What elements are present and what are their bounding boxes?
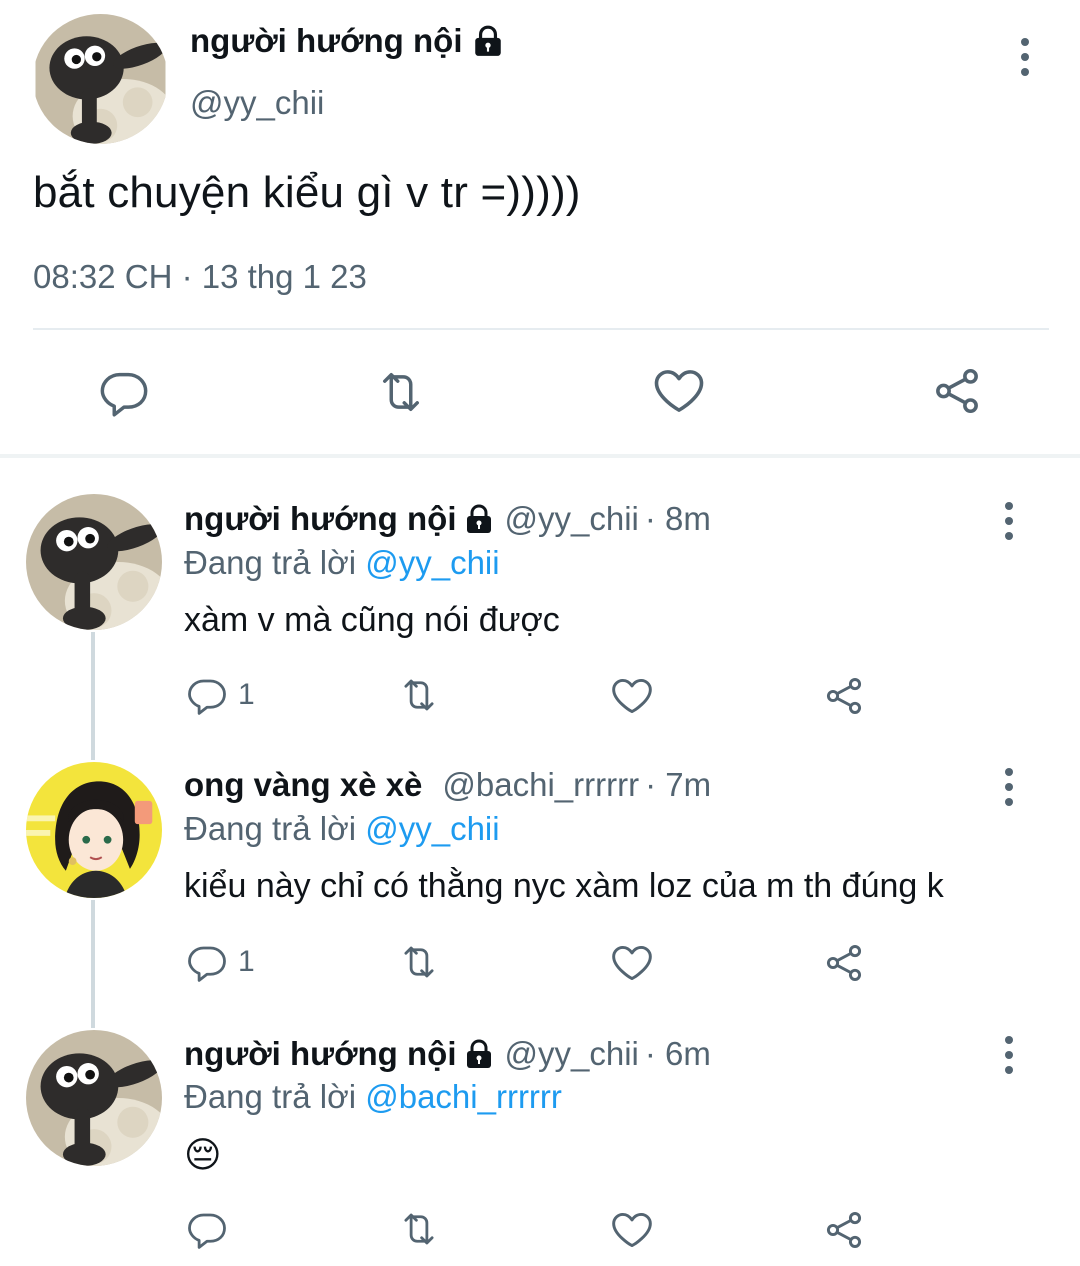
lock-icon bbox=[463, 503, 495, 535]
like-icon[interactable] bbox=[652, 364, 706, 418]
tweet-timestamp[interactable]: 08:32 CH · 13 thg 1 23 bbox=[33, 258, 367, 296]
share-icon[interactable] bbox=[930, 364, 984, 418]
reply-count: 1 bbox=[238, 678, 255, 711]
reply-button[interactable]: 1 bbox=[186, 674, 255, 716]
reply-icon[interactable] bbox=[98, 366, 150, 418]
more-icon[interactable] bbox=[1003, 1036, 1015, 1074]
section-divider bbox=[0, 454, 1080, 458]
like-icon[interactable] bbox=[610, 1208, 654, 1252]
avatar-image bbox=[26, 1030, 162, 1166]
reply-display-name[interactable]: ong vàng xè xè bbox=[184, 766, 422, 804]
reply-icon bbox=[186, 674, 228, 716]
avatar-image bbox=[26, 762, 162, 898]
replying-prefix: Đang trả lời bbox=[184, 1078, 357, 1115]
reply-display-name[interactable]: người hướng nội bbox=[184, 500, 457, 538]
avatar-image bbox=[33, 14, 168, 144]
lock-icon bbox=[471, 24, 505, 58]
replying-to-link[interactable]: @yy_chii bbox=[365, 810, 499, 847]
replying-to: Đang trả lời @yy_chii bbox=[184, 544, 500, 582]
retweet-icon[interactable] bbox=[396, 674, 442, 716]
reply-time[interactable]: · 7m bbox=[645, 766, 711, 804]
retweet-icon[interactable] bbox=[396, 941, 442, 983]
reply-text: 😔 bbox=[184, 1134, 222, 1175]
reply-avatar[interactable] bbox=[26, 494, 162, 630]
replying-prefix: Đang trả lời bbox=[184, 810, 357, 847]
reply-handle[interactable]: @bachi_rrrrrr bbox=[442, 766, 639, 804]
reply-button[interactable] bbox=[186, 1208, 238, 1250]
author-handle[interactable]: @yy_chii bbox=[190, 84, 324, 122]
reply-header: ong vàng xè xè @bachi_rrrrrr · 7m bbox=[184, 766, 711, 804]
author-name-row: người hướng nội bbox=[190, 22, 505, 60]
reply-handle[interactable]: @yy_chii bbox=[505, 1035, 639, 1073]
share-icon[interactable] bbox=[822, 674, 866, 718]
author-avatar[interactable] bbox=[33, 14, 168, 144]
reply-time[interactable]: · 8m bbox=[645, 500, 711, 538]
reply-count: 1 bbox=[238, 945, 255, 978]
replying-to-link[interactable]: @bachi_rrrrrr bbox=[365, 1078, 562, 1115]
replying-to-link[interactable]: @yy_chii bbox=[365, 544, 499, 581]
replying-prefix: Đang trả lời bbox=[184, 544, 357, 581]
like-icon[interactable] bbox=[610, 941, 654, 985]
thread-line bbox=[91, 900, 95, 1028]
reply-avatar[interactable] bbox=[26, 1030, 162, 1166]
reply-icon bbox=[186, 941, 228, 983]
reply-time[interactable]: · 6m bbox=[645, 1035, 711, 1073]
reply-text: kiểu này chỉ có thằng nyc xàm loz của m … bbox=[184, 867, 944, 905]
reply-display-name[interactable]: người hướng nội bbox=[184, 1035, 457, 1073]
reply-button[interactable]: 1 bbox=[186, 941, 255, 983]
more-icon[interactable] bbox=[1003, 502, 1015, 540]
divider bbox=[33, 328, 1049, 330]
retweet-icon[interactable] bbox=[396, 1208, 442, 1250]
replying-to: Đang trả lời @bachi_rrrrrr bbox=[184, 1078, 562, 1116]
more-icon[interactable] bbox=[1019, 38, 1031, 76]
avatar-image bbox=[26, 494, 162, 630]
more-icon[interactable] bbox=[1003, 768, 1015, 806]
reply-header: người hướng nội @yy_chii · 8m bbox=[184, 500, 711, 538]
reply-handle[interactable]: @yy_chii bbox=[505, 500, 639, 538]
share-icon[interactable] bbox=[822, 1208, 866, 1252]
reply-header: người hướng nội @yy_chii · 6m bbox=[184, 1035, 711, 1073]
tweet-text: bắt chuyện kiểu gì v tr =))))) bbox=[33, 168, 581, 217]
author-display-name[interactable]: người hướng nội bbox=[190, 22, 463, 60]
like-icon[interactable] bbox=[610, 674, 654, 718]
share-icon[interactable] bbox=[822, 941, 866, 985]
retweet-icon[interactable] bbox=[372, 366, 430, 418]
replying-to: Đang trả lời @yy_chii bbox=[184, 810, 500, 848]
reply-text: xàm v mà cũng nói được bbox=[184, 601, 560, 639]
lock-icon bbox=[463, 1038, 495, 1070]
thread-line bbox=[91, 632, 95, 760]
reply-icon bbox=[186, 1208, 228, 1250]
reply-avatar[interactable] bbox=[26, 762, 162, 898]
